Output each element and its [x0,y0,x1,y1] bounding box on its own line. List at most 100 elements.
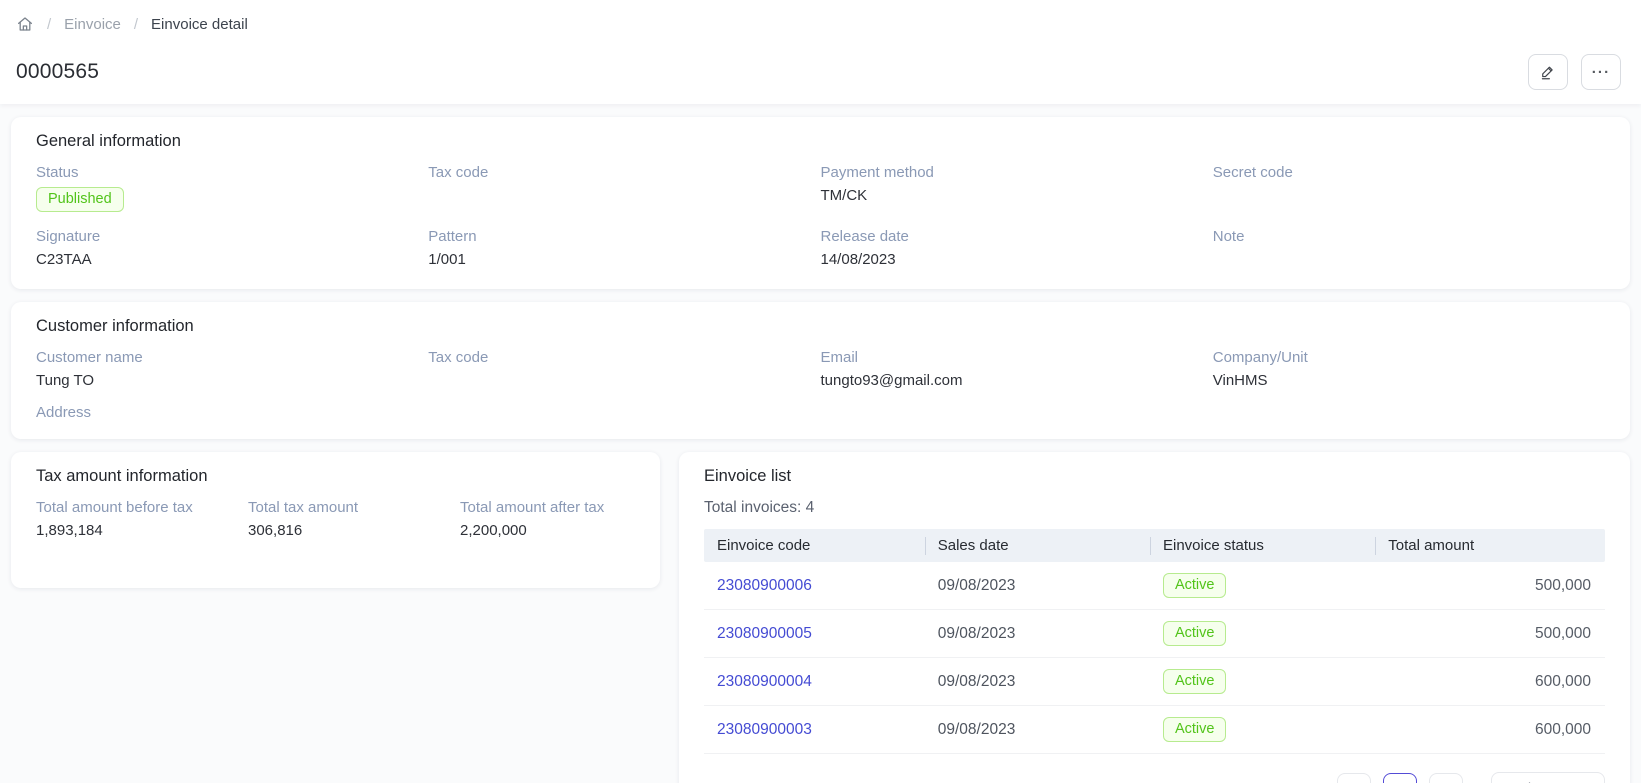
field-value: Tung TO [36,372,428,392]
field-value [428,187,820,207]
field-value: 306,816 [248,522,460,542]
einvoice-code-link[interactable]: 23080900005 [717,625,812,642]
column-header-einvoice-code: Einvoice code [704,529,925,562]
field-value [428,372,820,392]
field-value: 1,893,184 [36,522,248,542]
einvoice-code-cell: 23080900005 [704,614,925,654]
field-label: Tax code [428,349,820,366]
einvoice-code-link[interactable]: 23080900003 [717,721,812,738]
table-row: 23080900004 09/08/2023 Active 600,000 [704,658,1605,706]
page-content: General information Status Published Tax… [0,104,1641,783]
field-label: Secret code [1213,164,1605,181]
home-icon [16,15,34,33]
field-label: Note [1213,228,1605,245]
sales-date-cell: 09/08/2023 [925,662,1150,702]
table-row: 23080900003 09/08/2023 Active 600,000 [704,706,1605,754]
column-header-total-amount: Total amount [1375,529,1605,562]
general-information-card: General information Status Published Tax… [11,117,1630,289]
breadcrumb-home[interactable] [16,15,34,33]
field-status: Status Published [36,164,428,212]
field-payment-method: Payment method TM/CK [821,164,1213,212]
pagination-page-1[interactable]: 1 [1383,773,1417,783]
field-release-date: Release date 14/08/2023 [821,228,1213,271]
table-row: 23080900005 09/08/2023 Active 500,000 [704,610,1605,658]
tax-amount-information-title: Tax amount information [36,467,635,486]
customer-information-card: Customer information Customer name Tung … [11,302,1630,439]
field-value: VinHMS [1213,372,1605,392]
customer-information-title: Customer information [36,317,1605,336]
breadcrumb-separator: / [134,16,138,33]
field-label: Email [821,349,1213,366]
field-email: Email tungto93@gmail.com [821,349,1213,392]
field-label: Pattern [428,228,820,245]
field-tax-code: Tax code [428,164,820,212]
field-value: 2,200,000 [460,522,672,542]
tax-amount-information-card: Tax amount information Total amount befo… [11,452,660,588]
field-label: Release date [821,228,1213,245]
page-header: / Einvoice / Einvoice detail 0000565 ... [0,0,1641,104]
einvoice-status-cell: Active [1150,610,1375,657]
table-row: 23080900006 09/08/2023 Active 500,000 [704,562,1605,610]
field-value: C23TAA [36,251,428,271]
status-badge: Published [36,187,124,212]
field-value [1213,187,1605,207]
einvoice-code-link[interactable]: 23080900004 [717,673,812,690]
status-badge: Active [1163,573,1227,598]
total-amount-cell: 600,000 [1375,662,1605,702]
einvoice-table: Einvoice code Sales date Einvoice status… [704,529,1605,754]
field-value [1213,251,1605,271]
field-total-before-tax: Total amount before tax 1,893,184 [36,499,248,542]
pagination-prev-button[interactable] [1337,773,1371,783]
edit-pencil-icon [1539,63,1557,81]
breadcrumb-item-einvoice[interactable]: Einvoice [64,16,121,33]
total-invoices-label: Total invoices: 4 [704,499,1605,517]
field-address: Address [36,404,428,421]
field-value: TM/CK [821,187,1213,207]
status-badge: Active [1163,717,1227,742]
field-pattern: Pattern 1/001 [428,228,820,271]
column-header-einvoice-status: Einvoice status [1150,529,1375,562]
field-label: Status [36,164,428,181]
field-label: Company/Unit [1213,349,1605,366]
sales-date-cell: 09/08/2023 [925,710,1150,750]
einvoice-code-cell: 23080900003 [704,710,925,750]
breadcrumb: / Einvoice / Einvoice detail [16,15,1625,33]
breadcrumb-item-einvoice-detail: Einvoice detail [151,16,248,33]
einvoice-status-cell: Active [1150,562,1375,609]
einvoice-status-cell: Active [1150,706,1375,753]
field-label: Payment method [821,164,1213,181]
einvoice-list-title: Einvoice list [704,467,1605,486]
status-badge: Active [1163,621,1227,646]
status-badge: Active [1163,669,1227,694]
breadcrumb-separator: / [47,16,51,33]
sales-date-cell: 09/08/2023 [925,566,1150,606]
field-label: Tax code [428,164,820,181]
field-label: Signature [36,228,428,245]
field-label: Total amount after tax [460,499,672,516]
page-size-select[interactable]: 10 / page [1491,772,1605,783]
sales-date-cell: 09/08/2023 [925,614,1150,654]
header-actions: ... [1528,54,1625,90]
field-value: 14/08/2023 [821,251,1213,271]
more-actions-button[interactable]: ... [1581,54,1621,90]
field-total-after-tax: Total amount after tax 2,200,000 [460,499,672,542]
pagination: 1 10 / page [704,754,1605,783]
field-total-tax-amount: Total tax amount 306,816 [248,499,460,542]
table-header-row: Einvoice code Sales date Einvoice status… [704,529,1605,562]
field-label: Customer name [36,349,428,366]
einvoice-code-link[interactable]: 23080900006 [717,577,812,594]
edit-button[interactable] [1528,54,1568,90]
einvoice-status-cell: Active [1150,658,1375,705]
einvoice-code-cell: 23080900006 [704,566,925,606]
total-amount-cell: 500,000 [1375,614,1605,654]
field-value: tungto93@gmail.com [821,372,1213,392]
total-amount-cell: 500,000 [1375,566,1605,606]
field-note: Note [1213,228,1605,271]
ellipsis-icon: ... [1592,69,1611,76]
field-signature: Signature C23TAA [36,228,428,271]
field-value: 1/001 [428,251,820,271]
field-company-unit: Company/Unit VinHMS [1213,349,1605,392]
field-label: Total amount before tax [36,499,248,516]
einvoice-list-card: Einvoice list Total invoices: 4 Einvoice… [679,452,1630,783]
pagination-next-button[interactable] [1429,773,1463,783]
